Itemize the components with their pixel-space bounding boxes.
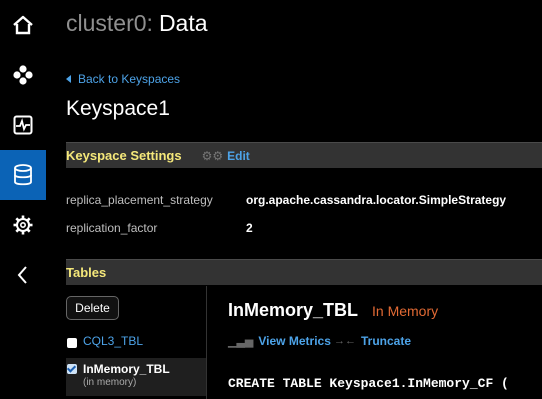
sidebar xyxy=(0,0,46,399)
section-name: Data xyxy=(158,10,208,36)
pane-divider xyxy=(206,286,207,399)
table-name[interactable]: CQL3_TBL xyxy=(83,334,143,348)
back-to-keyspaces-link[interactable]: Back to Keyspaces xyxy=(66,72,180,86)
keyspace-settings-title: Keyspace Settings xyxy=(66,148,182,163)
keyspace-settings-bar: Keyspace Settings ⚙⚙ Edit xyxy=(66,142,542,168)
table-name: InMemory_TBL xyxy=(83,362,170,376)
database-icon xyxy=(14,164,32,186)
back-link-label: Back to Keyspaces xyxy=(78,72,181,86)
setting-key: replica_placement_strategy xyxy=(66,193,213,207)
gears-icon: ⚙⚙ xyxy=(201,148,224,163)
table-name-block[interactable]: InMemory_TBL (in memory) xyxy=(83,362,170,388)
nav-settings[interactable] xyxy=(0,200,46,250)
truncate-link[interactable]: →← Truncate xyxy=(334,334,411,348)
table-detail-pane: InMemory_TBL In Memory ▁▃▅ View Metrics … xyxy=(228,286,542,399)
setting-key: replication_factor xyxy=(66,221,158,235)
page-title: cluster0: Data xyxy=(66,10,208,37)
bar-chart-icon: ▁▃▅ xyxy=(228,335,254,348)
view-metrics-link[interactable]: ▁▃▅ View Metrics xyxy=(228,334,331,348)
view-metrics-label: View Metrics xyxy=(258,334,331,348)
nav-data[interactable] xyxy=(0,150,46,200)
table-checkbox[interactable] xyxy=(67,338,77,348)
home-icon xyxy=(13,15,33,35)
truncate-icon: →← xyxy=(334,335,356,347)
tables-bar: Tables xyxy=(66,259,542,285)
table-detail-title: InMemory_TBL xyxy=(228,300,359,320)
table-list: Delete CQL3_TBL InMemory_TBL (in memory) xyxy=(66,286,206,399)
cluster-name: cluster0: xyxy=(66,10,153,36)
edit-label: Edit xyxy=(227,148,250,163)
keyspace-title: Keyspace1 xyxy=(66,97,170,120)
table-checkbox-checked[interactable] xyxy=(67,364,77,374)
activity-monitor-icon xyxy=(13,115,33,135)
nav-cluster[interactable] xyxy=(0,50,46,100)
chevron-left-icon xyxy=(17,266,27,284)
setting-value: org.apache.cassandra.locator.SimpleStrat… xyxy=(246,193,507,207)
nav-home[interactable] xyxy=(0,0,46,50)
edit-settings-link[interactable]: ⚙⚙ Edit xyxy=(202,149,250,163)
gear-icon xyxy=(13,215,33,235)
nodes-icon xyxy=(13,65,33,85)
table-subtitle: (in memory) xyxy=(83,377,137,388)
truncate-label: Truncate xyxy=(361,334,412,348)
in-memory-badge: In Memory xyxy=(372,303,439,319)
nav-monitoring[interactable] xyxy=(0,100,46,150)
create-table-code: CREATE TABLE Keyspace1.InMemory_CF ( xyxy=(228,376,509,391)
table-list-item[interactable]: CQL3_TBL xyxy=(66,334,206,354)
delete-button[interactable]: Delete xyxy=(66,296,119,320)
setting-value: 2 xyxy=(246,221,253,235)
back-arrow-icon xyxy=(66,75,71,83)
main-content: cluster0: Data Back to Keyspaces Keyspace… xyxy=(46,0,542,399)
nav-collapse[interactable] xyxy=(0,250,46,300)
tables-title: Tables xyxy=(66,265,107,280)
table-list-item-selected[interactable]: InMemory_TBL (in memory) xyxy=(66,358,206,396)
